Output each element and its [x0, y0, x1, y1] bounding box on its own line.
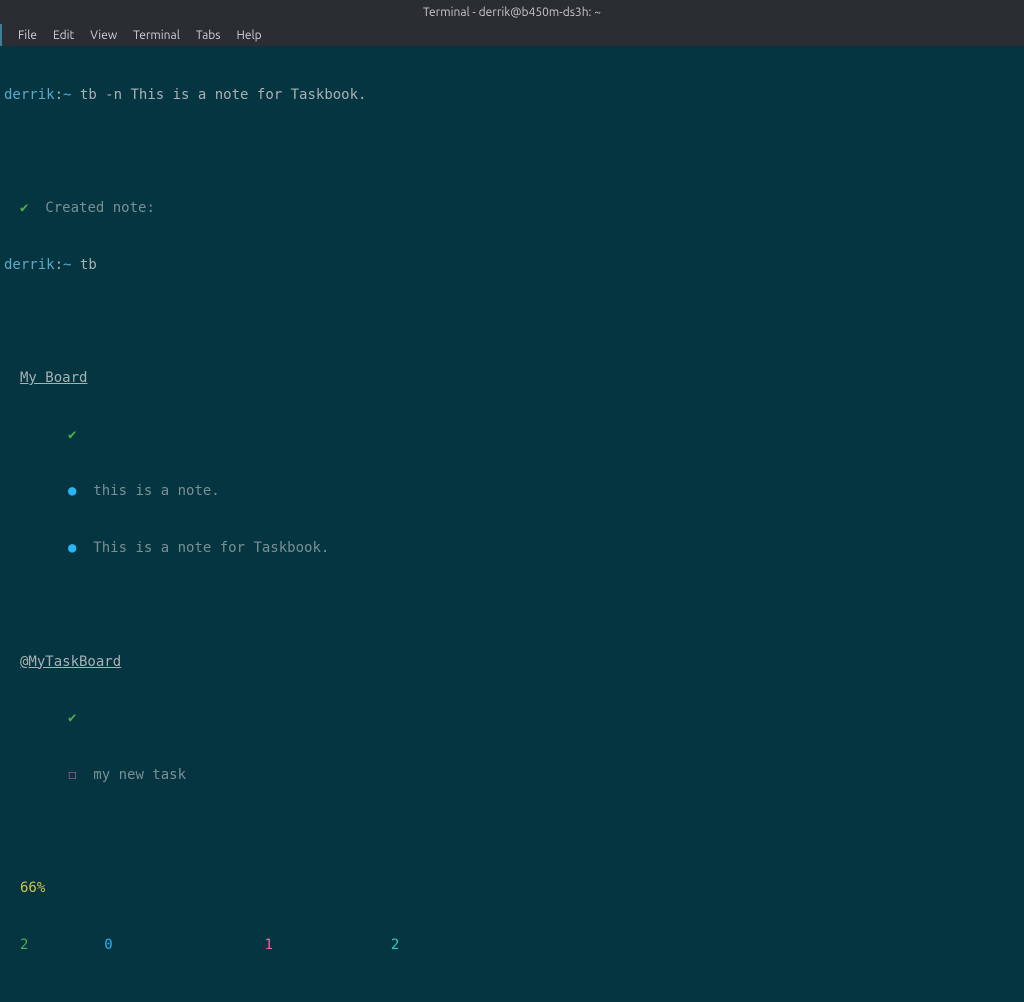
stat-notes: 2: [391, 937, 399, 953]
window-titlebar: Terminal - derrik@b450m-ds3h: ~: [0, 0, 1024, 24]
check-icon: ✔: [20, 200, 28, 216]
menubar: File Edit View Terminal Tabs Help: [0, 24, 1024, 46]
blank-line: [4, 993, 1020, 1002]
check-icon: ✔: [68, 710, 76, 726]
blank-line: [4, 142, 1020, 161]
blank-line: [4, 312, 1020, 331]
stat-pending: 0: [104, 937, 112, 953]
task-row-1: ☐ my new task: [4, 766, 1020, 785]
window-title: Terminal - derrik@b450m-ds3h: ~: [423, 6, 601, 19]
command-2: tb: [80, 257, 97, 273]
menu-tabs[interactable]: Tabs: [188, 27, 229, 44]
note-text-2: This is a note for Taskbook.: [93, 540, 329, 556]
board-title-1: My Board: [20, 370, 87, 386]
board-title-2: @MyTaskBoard: [20, 654, 121, 670]
prompt-sep: :: [55, 257, 63, 273]
menu-file[interactable]: File: [10, 27, 45, 44]
prompt-path: ~: [63, 257, 71, 273]
stat-done: 2: [20, 937, 28, 953]
board-header-2: @MyTaskBoard: [4, 653, 1020, 672]
note-row-1: ● this is a note.: [4, 482, 1020, 501]
bullet-icon: ●: [68, 540, 76, 556]
prompt-user: derrik: [4, 87, 55, 103]
menu-help[interactable]: Help: [228, 27, 269, 44]
board-check-1: ✔: [4, 426, 1020, 445]
stats-line: 2 0 1 2: [4, 936, 1020, 955]
prompt-user: derrik: [4, 257, 55, 273]
created-note-line: ✔ Created note:: [4, 199, 1020, 218]
board-check-2: ✔: [4, 709, 1020, 728]
note-text-1: this is a note.: [93, 483, 219, 499]
checkbox-icon: ☐: [68, 767, 76, 783]
note-row-2: ● This is a note for Taskbook.: [4, 539, 1020, 558]
board-header-1: My Board: [4, 369, 1020, 388]
bullet-icon: ●: [68, 483, 76, 499]
line-prompt-1: derrik:~ tb -n This is a note for Taskbo…: [4, 86, 1020, 105]
menu-edit[interactable]: Edit: [45, 27, 82, 44]
check-icon: ✔: [68, 427, 76, 443]
menu-terminal[interactable]: Terminal: [125, 27, 188, 44]
percent-value: 66%: [20, 880, 45, 896]
prompt-sep: :: [55, 87, 63, 103]
percent-line: 66%: [4, 879, 1020, 898]
task-text-1: my new task: [93, 767, 186, 783]
blank-line: [4, 823, 1020, 842]
command-1: tb -n This is a note for Taskbook.: [80, 87, 367, 103]
prompt-path: ~: [63, 87, 71, 103]
stat-inprogress: 1: [264, 937, 272, 953]
menu-view[interactable]: View: [82, 27, 125, 44]
line-prompt-2: derrik:~ tb: [4, 256, 1020, 275]
created-label: Created note:: [45, 200, 155, 216]
blank-line: [4, 596, 1020, 615]
terminal-body[interactable]: derrik:~ tb -n This is a note for Taskbo…: [0, 46, 1024, 1002]
